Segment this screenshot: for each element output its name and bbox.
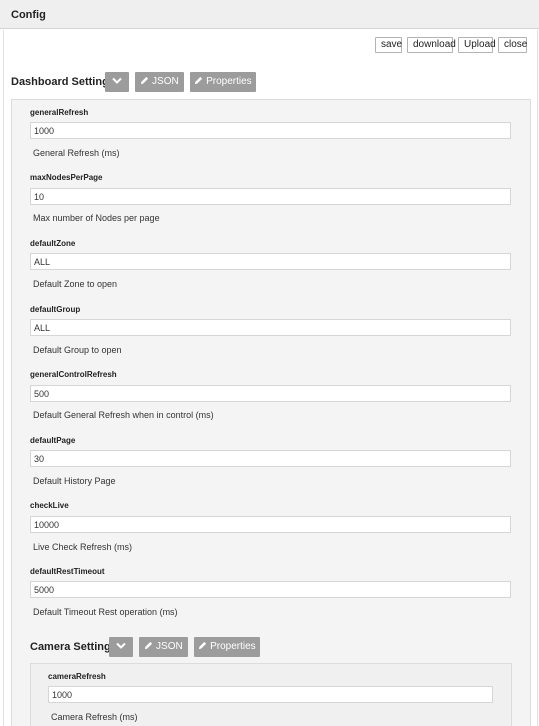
generalRefresh-input[interactable]: [30, 122, 511, 139]
properties-label: Properties: [206, 76, 252, 87]
close-button[interactable]: close: [498, 37, 527, 53]
field-label-generalRefresh: generalRefresh: [30, 108, 89, 117]
camera-settings-title: Camera Settings: [30, 641, 117, 653]
json-label: JSON: [156, 641, 183, 652]
cameraRefresh-input[interactable]: [48, 686, 493, 703]
json-label: JSON: [152, 76, 179, 87]
chevron-down-icon: [116, 642, 126, 649]
field-label-cameraRefresh: cameraRefresh: [48, 672, 106, 681]
field-label-generalControlRefresh: generalControlRefresh: [30, 370, 117, 379]
field-description: Default Zone to open: [33, 279, 118, 289]
download-button[interactable]: download: [407, 37, 456, 53]
dashboard-json-button[interactable]: JSON: [135, 72, 184, 92]
camera-json-button[interactable]: JSON: [139, 637, 188, 657]
properties-label: Properties: [210, 641, 256, 652]
chevron-down-icon: [112, 77, 122, 84]
field-description: Max number of Nodes per page: [33, 213, 160, 223]
upload-button[interactable]: Upload: [458, 37, 496, 53]
field-description: Live Check Refresh (ms): [33, 542, 133, 552]
dashboard-properties-button[interactable]: Properties: [190, 72, 256, 92]
field-label-defaultZone: defaultZone: [30, 239, 76, 248]
field-label-defaultGroup: defaultGroup: [30, 305, 81, 314]
defaultRestTimeout-input[interactable]: [30, 581, 511, 598]
defaultPage-input[interactable]: [30, 450, 511, 467]
maxNodesPerPage-input[interactable]: [30, 188, 511, 205]
pencil-icon: [145, 641, 153, 650]
window-title: Config: [11, 9, 46, 21]
field-description: General Refresh (ms): [33, 148, 120, 158]
camera-properties-button[interactable]: Properties: [194, 637, 260, 657]
pencil-icon: [141, 76, 149, 85]
dashboard-settings-title: Dashboard Settings: [11, 76, 115, 88]
generalControlRefresh-input[interactable]: [30, 385, 511, 402]
field-description: Default Timeout Rest operation (ms): [33, 607, 178, 617]
field-label-maxNodesPerPage: maxNodesPerPage: [30, 173, 103, 182]
window-titlebar: Config: [0, 0, 539, 29]
defaultZone-input[interactable]: [30, 253, 511, 270]
field-label-defaultPage: defaultPage: [30, 436, 76, 445]
dashboard-collapse-button[interactable]: [105, 72, 129, 92]
pencil-icon: [195, 76, 203, 85]
field-description: Default General Refresh when in control …: [33, 410, 214, 420]
field-description: Default Group to open: [33, 345, 122, 355]
field-label-checkLive: checkLive: [30, 501, 69, 510]
field-label-defaultRestTimeout: defaultRestTimeout: [30, 567, 105, 576]
field-description: Default History Page: [33, 476, 116, 486]
camera-collapse-button[interactable]: [109, 637, 133, 657]
defaultGroup-input[interactable]: [30, 319, 511, 336]
field-description: Camera Refresh (ms): [51, 712, 138, 722]
pencil-icon: [199, 641, 207, 650]
checkLive-input[interactable]: [30, 516, 511, 533]
save-button[interactable]: save: [375, 37, 402, 53]
